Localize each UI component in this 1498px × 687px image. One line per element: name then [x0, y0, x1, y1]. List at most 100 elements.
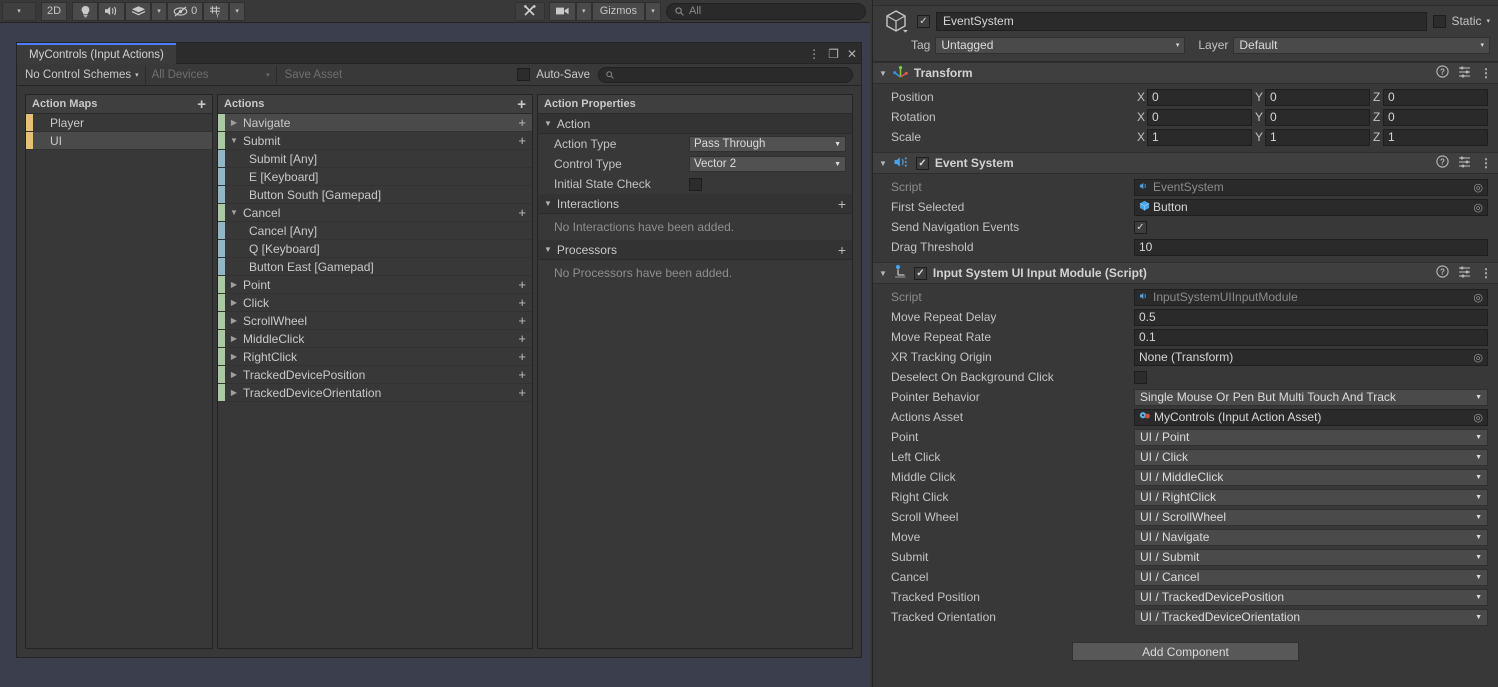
- actions-tree[interactable]: ▶ Navigate + ▼ Submit + Submit [Any] E [Keyboar…: [218, 114, 532, 648]
- chevron-right-icon[interactable]: ▶: [228, 388, 240, 397]
- window-menu-icon[interactable]: ⋮: [808, 48, 820, 60]
- binding-row[interactable]: Button South [Gamepad]: [218, 186, 532, 204]
- axis-input-x[interactable]: 1: [1147, 128, 1252, 146]
- scene-tools-icon[interactable]: [514, 1, 545, 21]
- axis-input-y[interactable]: 0: [1265, 108, 1370, 126]
- add-item-button[interactable]: +: [838, 197, 846, 211]
- inspector-dropdown[interactable]: UI / Submit ▼: [1134, 548, 1488, 566]
- binding-row[interactable]: E [Keyboard]: [218, 168, 532, 186]
- inspector-checkbox[interactable]: ✓: [1134, 220, 1147, 234]
- preset-icon[interactable]: [1458, 265, 1471, 281]
- chevron-down-icon[interactable]: ▾: [1486, 17, 1490, 25]
- action-row[interactable]: ▶ RightClick +: [218, 348, 532, 366]
- chevron-right-icon[interactable]: ▶: [228, 118, 240, 127]
- chevron-down-icon[interactable]: ▼: [228, 136, 240, 145]
- chevron-down-icon[interactable]: ▼: [879, 69, 887, 78]
- action-row[interactable]: ▶ TrackedDeviceOrientation +: [218, 384, 532, 402]
- object-reference-field[interactable]: None (Transform) ◎: [1134, 348, 1488, 366]
- add-component-button[interactable]: Add Component: [1072, 642, 1299, 661]
- action-row[interactable]: ▶ MiddleClick +: [218, 330, 532, 348]
- chevron-right-icon[interactable]: ▶: [228, 280, 240, 289]
- component-enabled-checkbox[interactable]: ✓: [915, 156, 929, 170]
- preset-icon[interactable]: [1458, 65, 1471, 81]
- binding-row[interactable]: Submit [Any]: [218, 150, 532, 168]
- scene-effects-icon[interactable]: [125, 1, 152, 21]
- binding-row[interactable]: Button East [Gamepad]: [218, 258, 532, 276]
- object-reference-field[interactable]: MyControls (Input Action Asset) ◎: [1134, 408, 1488, 426]
- grid-snap-dropdown[interactable]: ▾: [229, 1, 246, 21]
- inspector-text-field[interactable]: 10: [1134, 238, 1488, 256]
- inspector-text-field[interactable]: 0.1: [1134, 328, 1488, 346]
- axis-input-x[interactable]: 0: [1147, 108, 1252, 126]
- inspector-dropdown[interactable]: Single Mouse Or Pen But Multi Touch And …: [1134, 388, 1488, 406]
- action-row[interactable]: ▶ TrackedDevicePosition +: [218, 366, 532, 384]
- inspector-dropdown[interactable]: UI / TrackedDevicePosition ▼: [1134, 588, 1488, 606]
- help-icon[interactable]: ?: [1436, 155, 1449, 171]
- property-checkbox[interactable]: [689, 177, 702, 191]
- add-binding-button[interactable]: +: [518, 206, 526, 219]
- object-reference-field[interactable]: Button ◎: [1134, 198, 1488, 216]
- add-binding-button[interactable]: +: [518, 134, 526, 147]
- action-row[interactable]: ▶ ScrollWheel +: [218, 312, 532, 330]
- component-header[interactable]: ▼ ✓ Event System? ⋮: [873, 152, 1498, 174]
- chevron-right-icon[interactable]: ▶: [228, 316, 240, 325]
- scene-audio-icon[interactable]: [98, 1, 126, 21]
- scene-visibility-toggle[interactable]: 0: [167, 1, 204, 21]
- inspector-dropdown[interactable]: UI / MiddleClick ▼: [1134, 468, 1488, 486]
- add-binding-button[interactable]: +: [518, 296, 526, 309]
- add-binding-button[interactable]: +: [518, 350, 526, 363]
- binding-row[interactable]: Q [Keyboard]: [218, 240, 532, 258]
- chevron-down-icon[interactable]: ▼: [879, 269, 887, 278]
- axis-input-z[interactable]: 1: [1383, 128, 1488, 146]
- component-enabled-checkbox[interactable]: ✓: [913, 266, 927, 280]
- component-menu-icon[interactable]: ⋮: [1480, 266, 1492, 280]
- action-row[interactable]: ▶ Point +: [218, 276, 532, 294]
- tag-dropdown[interactable]: Untagged ▾: [935, 36, 1186, 54]
- actions-search-input[interactable]: [598, 66, 853, 83]
- inspector-dropdown[interactable]: UI / Point ▼: [1134, 428, 1488, 446]
- add-binding-button[interactable]: +: [518, 314, 526, 327]
- properties-section-header[interactable]: ▼ Interactions +: [538, 194, 852, 214]
- add-binding-button[interactable]: +: [518, 116, 526, 129]
- scene-effects-dropdown[interactable]: ▾: [151, 1, 168, 21]
- add-binding-button[interactable]: +: [518, 278, 526, 291]
- grid-snap-icon[interactable]: Y: [203, 1, 230, 21]
- help-icon[interactable]: ?: [1436, 265, 1449, 281]
- layer-dropdown[interactable]: Default ▾: [1233, 36, 1490, 54]
- preset-icon[interactable]: [1458, 155, 1471, 171]
- property-dropdown[interactable]: Vector 2 ▼: [689, 156, 846, 172]
- inspector-text-field[interactable]: 0.5: [1134, 308, 1488, 326]
- add-action-map-button[interactable]: +: [197, 97, 206, 112]
- gameobject-name-field[interactable]: EventSystem: [936, 11, 1428, 31]
- object-picker-icon[interactable]: ◎: [1473, 201, 1483, 214]
- action-properties-list[interactable]: ▼ Action Action Type Pass Through ▼ Control T…: [538, 114, 852, 648]
- axis-input-x[interactable]: 0: [1147, 88, 1252, 106]
- save-asset-button[interactable]: Save Asset: [277, 65, 351, 85]
- tab-mycontrols-input-actions[interactable]: MyControls (Input Actions): [17, 43, 176, 64]
- add-binding-button[interactable]: +: [518, 368, 526, 381]
- action-maps-list[interactable]: Player UI: [26, 114, 212, 648]
- devices-dropdown[interactable]: All Devices ▾: [146, 65, 276, 85]
- axis-input-y[interactable]: 0: [1265, 88, 1370, 106]
- object-picker-icon[interactable]: ◎: [1473, 181, 1483, 194]
- component-menu-icon[interactable]: ⋮: [1480, 156, 1492, 170]
- chevron-right-icon[interactable]: ▶: [228, 370, 240, 379]
- object-picker-icon[interactable]: ◎: [1473, 411, 1483, 424]
- add-action-button[interactable]: +: [517, 97, 526, 112]
- add-item-button[interactable]: +: [838, 243, 846, 257]
- chevron-down-icon[interactable]: ▼: [879, 159, 887, 168]
- control-schemes-dropdown[interactable]: No Control Schemes ▾: [19, 65, 145, 85]
- inspector-dropdown[interactable]: UI / TrackedDeviceOrientation ▼: [1134, 608, 1488, 626]
- inspector-dropdown[interactable]: UI / Navigate ▼: [1134, 528, 1488, 546]
- axis-input-y[interactable]: 1: [1265, 128, 1370, 146]
- property-dropdown[interactable]: Pass Through ▼: [689, 136, 846, 152]
- properties-section-header[interactable]: ▼ Processors +: [538, 240, 852, 260]
- help-icon[interactable]: ?: [1436, 65, 1449, 81]
- toggle-2d-button[interactable]: 2D: [41, 1, 68, 21]
- window-close-icon[interactable]: ✕: [847, 48, 857, 60]
- axis-input-z[interactable]: 0: [1383, 108, 1488, 126]
- inspector-dropdown[interactable]: UI / Cancel ▼: [1134, 568, 1488, 586]
- gizmos-dropdown[interactable]: ▾: [645, 1, 661, 21]
- action-row[interactable]: ▶ Navigate +: [218, 114, 532, 132]
- chevron-right-icon[interactable]: ▶: [228, 298, 240, 307]
